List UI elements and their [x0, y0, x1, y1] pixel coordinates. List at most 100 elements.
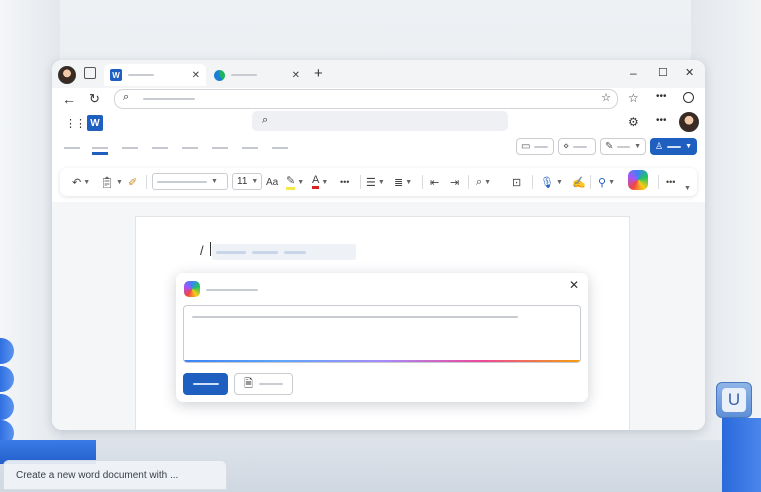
tab-edge[interactable]: ✕ — [210, 64, 308, 86]
favorite-star-icon[interactable]: ☆ — [601, 91, 611, 104]
hint-placeholder — [216, 250, 246, 254]
browser-window: W ✕ ✕ + – ☐ ✕ ← ↻ ⌕ ☆ ☆ ••• ⋮⋮⋮ W ⌕ ⚙ ••… — [52, 60, 705, 430]
profile-avatar[interactable] — [58, 66, 76, 84]
app-search-box[interactable]: ⌕ — [252, 111, 508, 131]
button-label-placeholder — [617, 145, 631, 148]
paste-button[interactable]: 📋︎ ▼ — [100, 174, 123, 190]
copilot-browser-icon[interactable] — [683, 92, 694, 103]
highlight-button[interactable]: ✎ ▼ — [286, 174, 304, 190]
ribbon-tab[interactable] — [122, 147, 138, 149]
more-font-options[interactable]: ••• — [340, 174, 349, 190]
catch-up-button[interactable]: ⋄ — [558, 138, 596, 155]
ribbon-tab[interactable] — [242, 147, 258, 149]
brush-icon: ✐ — [128, 176, 138, 189]
styles-button[interactable]: ✍ — [572, 174, 586, 190]
ribbon-tab[interactable] — [64, 147, 80, 149]
chevron-down-icon: ▼ — [684, 184, 691, 192]
word-app-logo: W — [87, 115, 103, 131]
ribbon-tab[interactable] — [152, 147, 168, 149]
copilot-button[interactable] — [628, 170, 648, 190]
address-bar[interactable]: ⌕ ☆ — [114, 89, 618, 109]
close-dialog-button[interactable]: ✕ — [569, 278, 579, 292]
settings-icon[interactable]: ⚙ — [628, 115, 639, 129]
share-nodes-icon: ⋄ — [563, 141, 570, 152]
styles-icon: ✍ — [572, 176, 586, 189]
file-reference-icon: 🗎︎ — [244, 377, 253, 390]
copilot-draft-dialog: ✕ 🗎︎ — [176, 273, 588, 402]
more-icon[interactable]: ••• — [656, 91, 667, 102]
chevron-down-icon: ▼ — [377, 178, 385, 186]
tab-title-placeholder — [231, 74, 257, 76]
comments-button[interactable]: ▭ — [516, 138, 554, 155]
reference-file-button[interactable]: 🗎︎ — [234, 373, 293, 395]
search-icon: ⌕ — [123, 91, 130, 103]
favorites-icon[interactable]: ☆ — [628, 91, 639, 105]
dictate-button[interactable]: 🎙︎ ▼ — [540, 174, 563, 190]
keyboard-key-decor: U — [716, 382, 752, 418]
editor-icon: ⊡ — [512, 176, 522, 189]
font-size-select[interactable]: 11 ▼ — [232, 173, 262, 190]
editing-mode-button[interactable]: ✎ ▼ — [600, 138, 646, 155]
prompt-input[interactable] — [183, 305, 581, 363]
button-label-placeholder — [534, 145, 549, 148]
ribbon-tab[interactable] — [272, 147, 288, 149]
format-painter-button[interactable]: ✐ — [128, 174, 137, 190]
divider — [590, 175, 591, 189]
divider — [658, 175, 659, 189]
font-color-icon: A — [312, 175, 320, 189]
ribbon-tab[interactable] — [182, 147, 198, 149]
user-avatar[interactable] — [679, 112, 699, 132]
share-button[interactable]: ♙ ▼ — [650, 138, 697, 155]
close-tab-icon[interactable]: ✕ — [192, 70, 200, 81]
new-tab-button[interactable]: + — [314, 65, 323, 82]
word-logo-icon: W — [87, 115, 103, 131]
outdent-icon: ⇤ — [430, 176, 440, 189]
prompt-placeholder-line — [192, 316, 518, 318]
prompt-caption: Create a new word document with ... — [3, 460, 227, 490]
search-icon: ⌕ — [262, 114, 269, 126]
tab-word[interactable]: W ✕ — [104, 64, 206, 86]
avatar-icon — [679, 112, 699, 132]
align-button[interactable]: ≣ ▼ — [394, 174, 412, 190]
font-size-value: 11 — [237, 176, 248, 187]
hint-placeholder — [284, 250, 306, 254]
increase-indent-button[interactable]: ⇥ — [450, 174, 459, 190]
undo-button[interactable]: ↶ ▼ — [72, 174, 90, 190]
find-button[interactable]: ⌕ ▼ — [476, 174, 491, 190]
refresh-icon[interactable]: ↻ — [89, 91, 100, 107]
ribbon-tab[interactable] — [212, 147, 228, 149]
divider — [532, 175, 533, 189]
maximize-button[interactable]: ☐ — [658, 66, 668, 79]
divider — [360, 175, 361, 189]
bullets-button[interactable]: ☰ ▼ — [366, 174, 385, 190]
minimize-button[interactable]: – — [630, 66, 637, 80]
slash-command: / — [200, 243, 204, 258]
designer-button[interactable]: ⚲ ▼ — [598, 174, 615, 190]
tab-actions-icon[interactable] — [84, 67, 96, 79]
button-label-placeholder — [667, 145, 682, 148]
decrease-indent-button[interactable]: ⇤ — [430, 174, 439, 190]
more-icon[interactable]: ••• — [656, 115, 667, 126]
font-color-button[interactable]: A ▼ — [312, 174, 328, 190]
undo-icon: ↶ — [72, 176, 82, 189]
expand-ribbon-icon[interactable]: ▼ — [684, 180, 691, 196]
copilot-dialog-icon — [184, 281, 200, 297]
word-icon: W — [110, 69, 122, 81]
change-case-button[interactable]: Aa — [266, 174, 278, 190]
tab-strip: W ✕ ✕ + – ☐ ✕ — [52, 60, 705, 88]
ribbon-tab-home[interactable] — [92, 152, 108, 155]
more-options-button[interactable]: ••• — [666, 174, 675, 190]
font-family-select[interactable]: ▼ — [152, 173, 228, 190]
close-tab-icon[interactable]: ✕ — [292, 70, 300, 81]
chevron-down-icon: ▼ — [484, 178, 492, 186]
highlighter-icon: ✎ — [286, 174, 296, 190]
back-icon[interactable]: ← — [62, 91, 76, 107]
divider — [146, 175, 147, 189]
tab-title-placeholder — [128, 74, 154, 76]
editor-button[interactable]: ⊡ — [512, 174, 521, 190]
generate-button[interactable] — [183, 373, 228, 395]
close-window-button[interactable]: ✕ — [685, 66, 694, 79]
divider — [468, 175, 469, 189]
microphone-icon: 🎙︎ — [540, 176, 554, 189]
ribbon-tab-label — [92, 147, 108, 149]
